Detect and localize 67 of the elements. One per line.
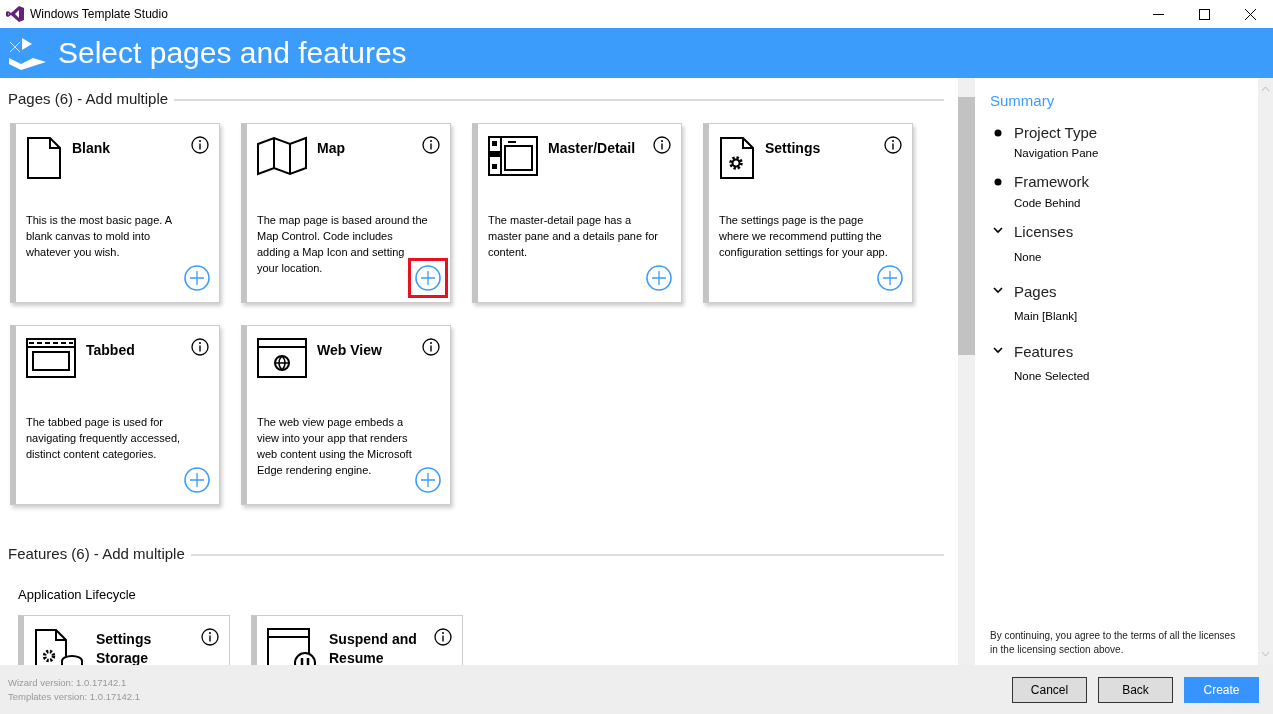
summary-value: None Selected [1014, 369, 1090, 384]
master-detail-icon [488, 135, 538, 176]
card-title: Suspend and Resume [329, 629, 418, 665]
card-title: Settings [765, 138, 822, 158]
summary-title: Summary [990, 91, 1056, 111]
summary-label: Framework [1014, 172, 1089, 193]
summary-label: Project Type [1014, 122, 1099, 143]
info-button[interactable] [653, 135, 671, 154]
summary-value: Navigation Pane [1014, 146, 1099, 161]
feature-card[interactable]: Settings Storage [18, 614, 230, 665]
page-card[interactable]: Blank This is the most basic page. A blank canvas to mold into whatever you wish. [10, 122, 220, 303]
page-card[interactable]: Tabbed The tabbed page is used for navigating frequently accessed, distinct content categories. [10, 324, 220, 505]
info-button[interactable] [884, 135, 902, 154]
feature-card[interactable]: Suspend and Resume [251, 614, 463, 665]
version-text: Templates version: 1.0.17142.1 [8, 689, 141, 704]
maximize-icon [1198, 8, 1210, 20]
page-card[interactable]: Map The map page is based around the Map Control. Code includes adding a Map Icon and setting your location. [241, 122, 451, 303]
info-button[interactable] [434, 627, 452, 646]
card-description: The tabbed page is used for navigating frequently accessed, distinct content categories. [26, 414, 182, 462]
summary-label: Pages [1014, 281, 1058, 302]
license-notice: By continuing, you agree to the terms of all the licenses in the licensing section above. [990, 629, 1237, 657]
map-icon [257, 135, 307, 176]
card-description: The web view page embeds a view into your app that renders web content using the Microsoft Edge rendering engine. [257, 414, 413, 478]
info-button[interactable] [191, 337, 209, 356]
card-description: The settings page is the page where we recommend putting the configuration settings for your app. [719, 212, 889, 260]
info-button[interactable] [201, 627, 219, 646]
page-title: Select pages and features [58, 35, 407, 71]
card-description: This is the most basic page. A blank canvas to mold into whatever you wish. [26, 212, 173, 260]
tabbed-window-icon [26, 337, 76, 378]
info-button[interactable] [422, 135, 440, 154]
dialog-button[interactable]: Cancel [1012, 676, 1087, 703]
window-title: Windows Template Studio [30, 6, 168, 23]
chevron-down-icon[interactable] [993, 346, 1003, 354]
settings-page-icon [719, 135, 755, 180]
section-heading: Pages (6) - Add multiple [8, 89, 169, 109]
card-title: Master/Detail [548, 138, 637, 158]
chevron-down-icon[interactable] [993, 286, 1003, 294]
add-button[interactable] [408, 257, 448, 298]
card-title: Web View [317, 340, 383, 360]
page-card[interactable]: Master/Detail The master-detail page has a master pane and a details pane for content. [472, 122, 682, 303]
bullet-icon [994, 178, 1002, 187]
group-heading: Application Lifecycle [18, 586, 137, 604]
card-description: The map page is based around the Map Control. Code includes adding a Map Icon and setting your location. [257, 212, 429, 276]
scrollbar[interactable] [958, 78, 975, 665]
summary-label: Features [1014, 341, 1075, 362]
dialog-button[interactable]: Back [1098, 676, 1173, 703]
info-button[interactable] [422, 337, 440, 356]
info-button[interactable] [191, 135, 209, 154]
summary-value: Main [Blank] [1014, 309, 1078, 325]
card-title: Map [317, 138, 346, 158]
page-card[interactable]: Settings The settings page is the page where we recommend putting the configuration settings for your app. [703, 122, 913, 303]
summary-value: Code Behind [1014, 195, 1082, 211]
chevron-down-icon[interactable] [993, 227, 1003, 234]
card-title: Settings Storage [96, 629, 153, 665]
app-logo-icon [6, 6, 24, 22]
summary-value: None [1014, 249, 1043, 265]
bullet-icon [994, 128, 1002, 137]
card-title: Blank [72, 138, 112, 158]
card-title: Tabbed [86, 340, 136, 360]
card-description: The master-detail page has a master pane and a details pane for content. [488, 212, 659, 260]
summary-label: Licenses [1014, 222, 1074, 242]
blank-page-icon [26, 135, 62, 180]
web-window-icon [257, 337, 307, 378]
version-text: Wizard version: 1.0.17142.1 [8, 675, 128, 690]
page-card[interactable]: Web View The web view page embeds a view into your app that renders web content using the Microsoft Edge rendering engine. [241, 324, 451, 505]
section-heading: Features (6) - Add multiple [8, 543, 185, 564]
close-icon [1244, 8, 1256, 20]
